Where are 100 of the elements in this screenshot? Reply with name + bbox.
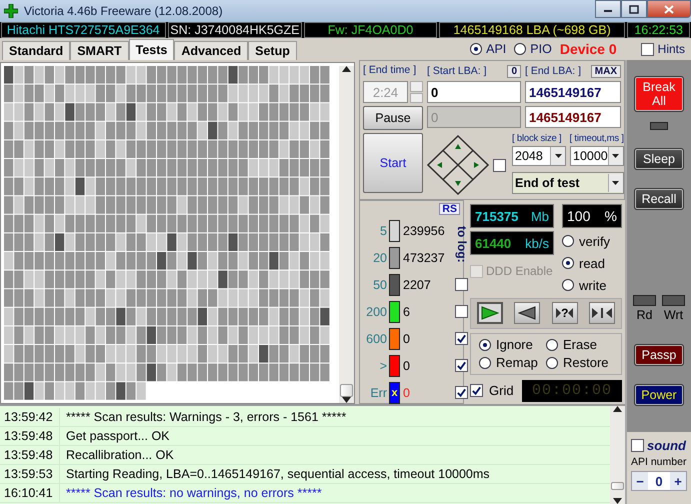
mode-radio[interactable]	[470, 43, 482, 55]
pause-button[interactable]: Pause	[363, 106, 423, 130]
triangle-icon	[556, 307, 562, 320]
percent-display: 100 %	[562, 204, 622, 228]
mode-radio[interactable]	[562, 279, 574, 291]
end-lba-current-field[interactable]: 1465149167	[525, 106, 621, 128]
mode-label: read	[579, 256, 606, 270]
scroll-thumb[interactable]	[340, 384, 353, 397]
field-label: [ Start LBA: ]	[427, 65, 487, 77]
size-display: 715375 Mb	[470, 204, 554, 228]
scroll-thumb[interactable]	[611, 482, 624, 490]
info-field: 1465149168 LBA (~698 GB)	[438, 22, 626, 38]
action-radio[interactable]	[546, 338, 558, 351]
start-lba-field[interactable]: 0	[427, 81, 521, 103]
direction-pad[interactable]	[427, 135, 489, 195]
close-icon	[664, 4, 674, 14]
action-label: Erase	[563, 337, 597, 352]
mode-label: write	[579, 278, 606, 292]
tab[interactable]: Setup	[248, 41, 297, 60]
log-checkbox[interactable]	[455, 386, 468, 399]
log-checkbox[interactable]	[455, 278, 468, 291]
threshold-label: 20	[372, 250, 387, 264]
log-message: Recallibration... OK	[65, 448, 174, 462]
reset-counters-button[interactable]: RS	[439, 203, 460, 215]
threshold-label: 50	[372, 278, 387, 292]
tab[interactable]: SMART	[70, 41, 129, 60]
tab[interactable]: Tests	[128, 39, 174, 60]
color-swatch: x	[389, 382, 400, 404]
scroll-down-icon[interactable]	[613, 498, 622, 504]
threshold-label: >	[378, 358, 387, 372]
reset-button[interactable]: 0	[507, 64, 521, 78]
log-message: Starting Reading, LBA=0..1465149167, sequential access, timeout 10000ms	[65, 467, 490, 481]
device-label: Device 0	[560, 41, 617, 57]
threshold-label: Err	[369, 386, 387, 400]
minimize-button[interactable]	[595, 0, 621, 18]
tab[interactable]: Advanced	[174, 41, 248, 60]
start-button[interactable]: Start	[363, 133, 423, 193]
block-count: 0	[403, 386, 411, 400]
side-button[interactable]: Sleep	[634, 148, 684, 170]
action-radio[interactable]	[479, 356, 491, 369]
action-radio[interactable]	[479, 338, 491, 351]
option-checkbox[interactable]	[493, 158, 506, 172]
timer-display: 00:00:00	[522, 380, 622, 402]
direction-button[interactable]	[589, 302, 616, 324]
max-button[interactable]: MAX	[590, 64, 621, 78]
lamp-label: Wrt	[664, 308, 684, 322]
grid-label: Grid	[489, 383, 514, 398]
mode-radio[interactable]	[562, 257, 574, 269]
break-button[interactable]: Break All	[634, 76, 684, 112]
side-button[interactable]: Recall	[634, 188, 684, 210]
block-count: 0	[403, 332, 411, 346]
maximize-button[interactable]	[621, 0, 647, 18]
log-checkbox[interactable]	[455, 305, 468, 318]
info-field: Fw: JF4OA0D0	[304, 22, 437, 38]
sound-checkbox[interactable]	[631, 439, 644, 452]
field-label: [ End time ]	[363, 64, 418, 78]
hints-checkbox[interactable]	[640, 42, 654, 56]
log-time: 13:59:48	[0, 427, 60, 445]
ddd-label: DDD Enable	[486, 264, 553, 278]
log-time: 13:59:53	[0, 465, 60, 483]
random-button[interactable]: ?	[552, 302, 578, 324]
mode-radio[interactable]	[514, 43, 526, 55]
direction-button[interactable]	[514, 302, 540, 324]
info-field: 16:22:53	[627, 22, 690, 38]
sound-label: sound	[647, 438, 686, 453]
dropdown-arrow-icon	[554, 154, 562, 158]
side-button[interactable]: Power	[634, 384, 684, 406]
scroll-up-icon[interactable]	[613, 406, 622, 412]
action-radio[interactable]	[546, 356, 558, 369]
block-count: 473237	[403, 250, 446, 264]
threshold-label: 5	[379, 224, 387, 238]
side-button[interactable]: Passp	[634, 344, 684, 366]
block-count: 2207	[403, 278, 432, 292]
log-time: 16:10:41	[0, 484, 60, 502]
scroll-up-icon[interactable]	[342, 66, 351, 72]
direction-button[interactable]	[476, 302, 503, 324]
lamp-label: Rd	[636, 308, 652, 322]
end-lba-field[interactable]: 1465149167	[525, 81, 621, 103]
mode-label: API	[486, 42, 506, 56]
triangle-icon	[568, 307, 574, 320]
action-label: Ignore	[496, 337, 533, 352]
reverse-icon	[518, 306, 536, 320]
timeout-select[interactable]: 10000	[570, 146, 624, 166]
end-action-select[interactable]: End of test	[512, 172, 624, 194]
tab[interactable]: Standard	[2, 41, 70, 60]
mode-radio[interactable]	[562, 235, 574, 247]
scrollbar[interactable]	[610, 406, 625, 504]
cross-icon	[4, 4, 18, 18]
log-checkbox[interactable]	[455, 332, 468, 345]
close-button[interactable]	[647, 0, 691, 18]
field-label: [ timeout,ms ]	[570, 133, 624, 144]
field-label: [ block size ]	[512, 133, 562, 144]
log-checkbox[interactable]	[455, 359, 468, 372]
block-size-select[interactable]: 2048	[512, 146, 566, 166]
log-time: 13:59:42	[0, 408, 60, 426]
grid-checkbox[interactable]	[470, 384, 483, 398]
scrollbar[interactable]	[339, 66, 354, 403]
block-count: 6	[403, 304, 411, 318]
block-count: 239956	[403, 224, 446, 238]
butterfly-icon	[592, 307, 612, 320]
